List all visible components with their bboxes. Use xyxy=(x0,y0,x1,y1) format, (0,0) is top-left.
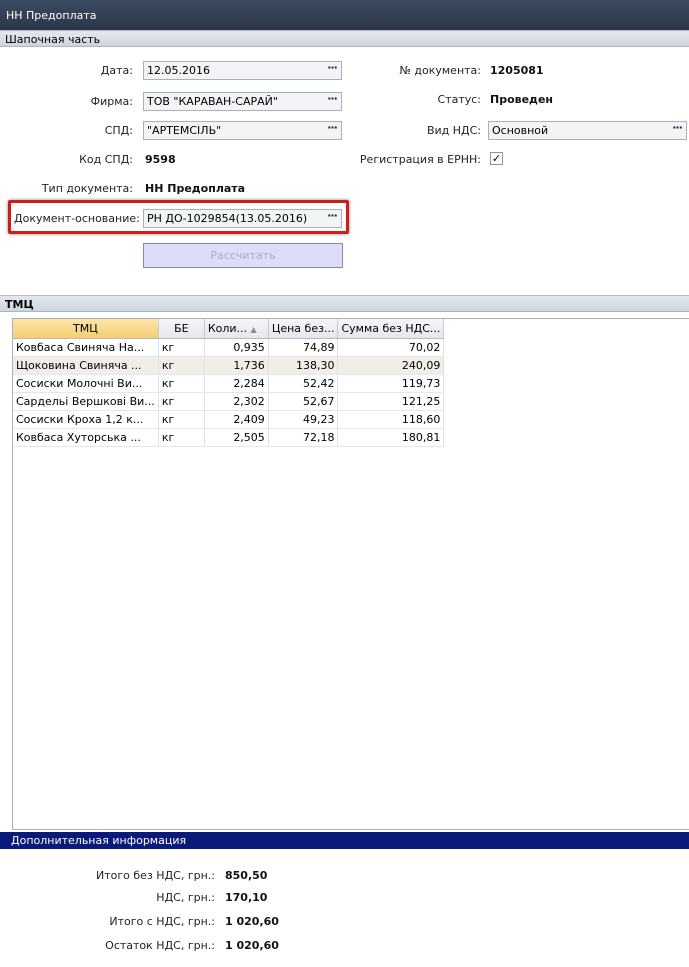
status-value: Проведен xyxy=(490,93,554,106)
vat-type-label: Вид НДС: xyxy=(426,124,481,137)
vat-remainder-label: Остаток НДС, грн.: xyxy=(105,939,215,952)
doc-number-value: 1205081 xyxy=(490,64,544,77)
spd-label: СПД: xyxy=(104,124,133,137)
spd-field[interactable]: "АРТЕМСІЛЬ" ··· xyxy=(143,121,342,140)
table-header-row: ТМЦ БЕ Коли... ▲ Цена без... Сумма без Н… xyxy=(13,319,445,339)
cell-price[interactable]: 74,89 xyxy=(268,338,339,357)
column-header-quantity-label: Коли... xyxy=(207,321,248,335)
cell-price[interactable]: 138,30 xyxy=(268,356,339,375)
table-row[interactable]: Сосиски Кроха 1,2 к... кг 2,409 49,23 11… xyxy=(13,410,445,429)
cell-quantity[interactable]: 1,736 xyxy=(204,356,269,375)
header-section-bar[interactable]: Шапочная часть xyxy=(0,30,689,47)
doc-type-value: НН Предоплата xyxy=(145,182,246,195)
erpn-label: Регистрация в ЕРНН: xyxy=(359,153,481,166)
spd-code-label: Код СПД: xyxy=(79,153,133,166)
date-label: Дата: xyxy=(100,64,133,77)
doc-number-label: № документа: xyxy=(399,64,481,77)
table-row[interactable]: Ковбаса Хуторська ... кг 2,505 72,18 180… xyxy=(13,428,445,447)
cell-unit[interactable]: кг xyxy=(158,410,205,429)
vat-remainder-value: 1 020,60 xyxy=(225,939,279,952)
cell-item[interactable]: Ковбаса Хуторська ... xyxy=(13,428,159,447)
items-grid[interactable]: ТМЦ БЕ Коли... ▲ Цена без... Сумма без Н… xyxy=(12,318,689,830)
table-row[interactable]: Щоковина Свиняча ... кг 1,736 138,30 240… xyxy=(13,356,445,375)
cell-quantity[interactable]: 2,409 xyxy=(204,410,269,429)
total-with-vat-label: Итого с НДС, грн.: xyxy=(109,915,215,928)
vat-type-field[interactable]: Основной ··· xyxy=(488,121,687,140)
sort-ascending-icon: ▲ xyxy=(250,324,257,334)
base-doc-field[interactable]: РН ДО-1029854(13.05.2016) ··· xyxy=(143,209,342,228)
cell-sum[interactable]: 119,73 xyxy=(337,374,445,393)
column-header-item[interactable]: ТМЦ xyxy=(13,319,159,339)
cell-sum[interactable]: 118,60 xyxy=(337,410,445,429)
table-row[interactable]: Ковбаса Свиняча На... кг 0,935 74,89 70,… xyxy=(13,338,445,357)
cell-item[interactable]: Щоковина Свиняча ... xyxy=(13,356,159,375)
doc-type-label: Тип документа: xyxy=(41,182,133,195)
cell-sum[interactable]: 180,81 xyxy=(337,428,445,447)
cell-unit[interactable]: кг xyxy=(158,356,205,375)
cell-unit[interactable]: кг xyxy=(158,392,205,411)
check-icon: ✓ xyxy=(491,152,502,165)
vat-label: НДС, грн.: xyxy=(156,891,215,904)
column-header-price[interactable]: Цена без... xyxy=(268,319,339,339)
column-header-quantity[interactable]: Коли... ▲ xyxy=(204,319,269,339)
erpn-checkbox[interactable]: ✓ xyxy=(490,152,503,165)
window-title: НН Предоплата xyxy=(6,9,97,22)
items-section-title: ТМЦ xyxy=(5,298,34,311)
items-table: ТМЦ БЕ Коли... ▲ Цена без... Сумма без Н… xyxy=(13,319,445,447)
additional-info-title: Дополнительная информация xyxy=(11,834,187,847)
spd-value: "АРТЕМСІЛЬ" xyxy=(147,124,222,137)
vat-type-select-button[interactable]: ··· xyxy=(669,122,685,138)
cell-sum[interactable]: 240,09 xyxy=(337,356,445,375)
table-row[interactable]: Сардельі Вершкові Ви... кг 2,302 52,67 1… xyxy=(13,392,445,411)
calculate-button[interactable]: Рассчитать xyxy=(143,243,343,268)
cell-item[interactable]: Ковбаса Свиняча На... xyxy=(13,338,159,357)
column-header-unit[interactable]: БЕ xyxy=(158,319,205,339)
cell-sum[interactable]: 70,02 xyxy=(337,338,445,357)
vat-value: 170,10 xyxy=(225,891,268,904)
base-doc-label: Документ-основание: xyxy=(14,212,140,225)
base-doc-value: РН ДО-1029854(13.05.2016) xyxy=(147,212,308,225)
header-section-title: Шапочная часть xyxy=(5,33,101,46)
items-section-bar[interactable]: ТМЦ xyxy=(0,295,689,312)
cell-unit[interactable]: кг xyxy=(158,374,205,393)
firm-value: ТОВ "КАРАВАН-САРАЙ" xyxy=(147,95,278,108)
cell-quantity[interactable]: 2,302 xyxy=(204,392,269,411)
firm-label: Фирма: xyxy=(90,95,133,108)
table-row[interactable]: Сосиски Молочні Ви... кг 2,284 52,42 119… xyxy=(13,374,445,393)
cell-quantity[interactable]: 2,284 xyxy=(204,374,269,393)
cell-item[interactable]: Сардельі Вершкові Ви... xyxy=(13,392,159,411)
date-value: 12.05.2016 xyxy=(147,64,210,77)
cell-item[interactable]: Сосиски Молочні Ви... xyxy=(13,374,159,393)
cell-item[interactable]: Сосиски Кроха 1,2 к... xyxy=(13,410,159,429)
cell-price[interactable]: 72,18 xyxy=(268,428,339,447)
total-no-vat-label: Итого без НДС, грн.: xyxy=(96,869,215,882)
spd-select-button[interactable]: ··· xyxy=(324,122,340,138)
base-doc-select-button[interactable]: ··· xyxy=(324,210,340,226)
cell-sum[interactable]: 121,25 xyxy=(337,392,445,411)
cell-price[interactable]: 49,23 xyxy=(268,410,339,429)
firm-select-button[interactable]: ··· xyxy=(324,93,340,109)
column-header-sum[interactable]: Сумма без НДС... xyxy=(337,319,445,339)
spd-code-value: 9598 xyxy=(145,153,176,166)
cell-price[interactable]: 52,67 xyxy=(268,392,339,411)
window-title-bar: НН Предоплата xyxy=(0,0,689,30)
date-picker-button[interactable]: ··· xyxy=(324,62,340,78)
cell-unit[interactable]: кг xyxy=(158,338,205,357)
cell-quantity[interactable]: 0,935 xyxy=(204,338,269,357)
additional-info-bar[interactable]: Дополнительная информация xyxy=(0,832,689,849)
total-with-vat-value: 1 020,60 xyxy=(225,915,279,928)
total-no-vat-value: 850,50 xyxy=(225,869,268,882)
date-field[interactable]: 12.05.2016 ··· xyxy=(143,61,342,80)
cell-unit[interactable]: кг xyxy=(158,428,205,447)
status-label: Статус: xyxy=(437,93,481,106)
firm-field[interactable]: ТОВ "КАРАВАН-САРАЙ" ··· xyxy=(143,92,342,111)
vat-type-value: Основной xyxy=(492,124,549,137)
cell-quantity[interactable]: 2,505 xyxy=(204,428,269,447)
cell-price[interactable]: 52,42 xyxy=(268,374,339,393)
